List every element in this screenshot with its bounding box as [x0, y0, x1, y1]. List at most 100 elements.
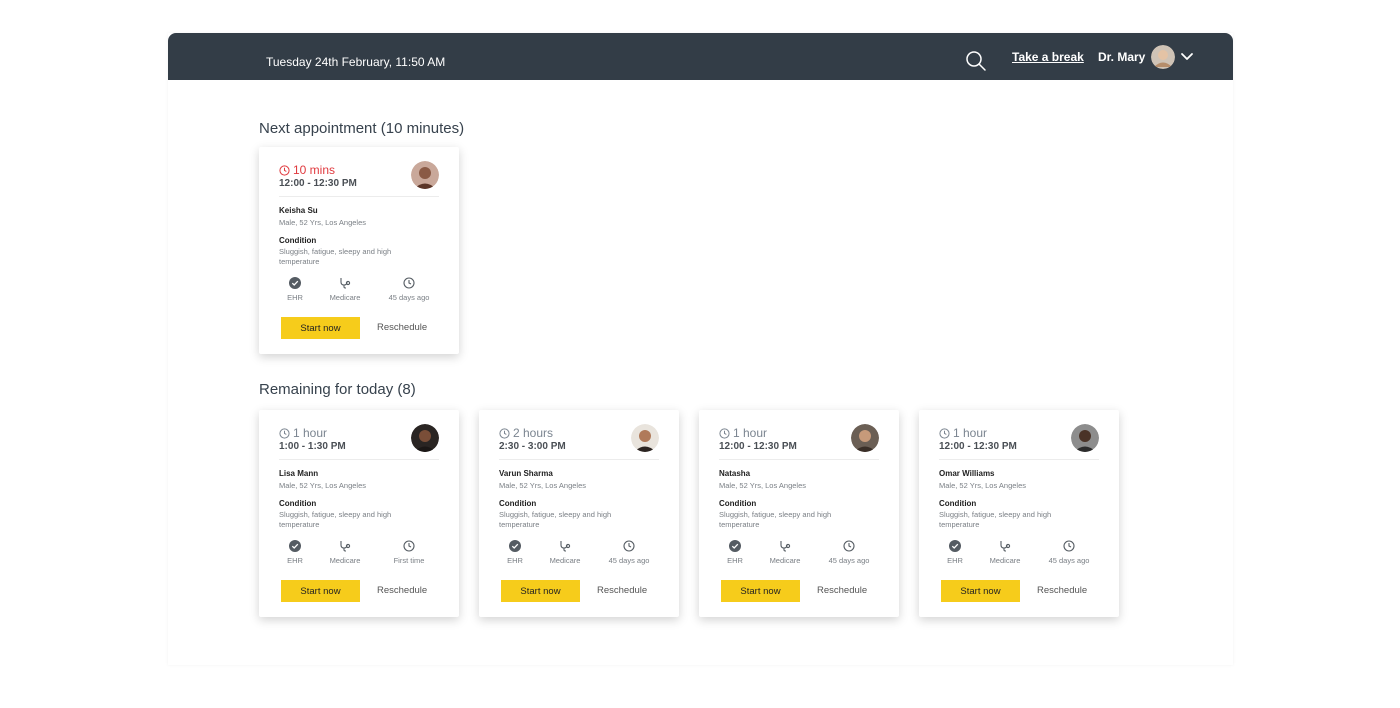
- start-now-button[interactable]: Start now: [721, 580, 800, 602]
- reschedule-link[interactable]: Reschedule: [377, 322, 427, 333]
- condition-text: Sluggish, fatigue, sleepy and high tempe…: [279, 247, 392, 266]
- clock-icon: [279, 164, 290, 176]
- patient-name: Natasha: [719, 469, 751, 478]
- ehr-label: EHR: [947, 556, 963, 565]
- take-break-link[interactable]: Take a break: [1012, 50, 1084, 64]
- clock-icon: [403, 277, 415, 289]
- medicare-label: Medicare: [989, 556, 1021, 565]
- ehr-status: EHR: [285, 277, 305, 302]
- time-left-text: 2 hours: [513, 426, 554, 440]
- check-circle-icon: [289, 540, 301, 552]
- appointment-card: 1 hour 12:00 - 12:30 PM Omar Williams Ma…: [919, 410, 1119, 617]
- condition-label: Condition: [499, 499, 537, 508]
- medicare-label: Medicare: [329, 293, 361, 302]
- patient-avatar: [411, 424, 439, 452]
- time-left-text: 1 hour: [733, 426, 768, 440]
- start-now-button[interactable]: Start now: [281, 317, 360, 339]
- ehr-label: EHR: [727, 556, 743, 565]
- ehr-label: EHR: [287, 293, 303, 302]
- medicare-label: Medicare: [769, 556, 801, 565]
- appointment-card: 1 hour 12:00 - 12:30 PM Natasha Male, 52…: [699, 410, 899, 617]
- clock-icon: [279, 427, 290, 439]
- last-visit-status: 45 days ago: [821, 540, 877, 565]
- condition-label: Condition: [719, 499, 757, 508]
- divider: [719, 459, 879, 460]
- divider: [499, 459, 659, 460]
- patient-info: Male, 52 Yrs, Los Angeles: [499, 481, 586, 490]
- clock-icon: [403, 540, 415, 552]
- divider: [939, 459, 1099, 460]
- check-circle-icon: [729, 540, 741, 552]
- medicare-status: Medicare: [545, 540, 585, 565]
- clock-icon: [623, 540, 635, 552]
- patient-name: Omar Williams: [939, 469, 995, 478]
- start-now-button[interactable]: Start now: [281, 580, 360, 602]
- last-visit-label: 45 days ago: [828, 556, 870, 565]
- appointment-card: 2 hours 2:30 - 3:00 PM Varun Sharma Male…: [479, 410, 679, 617]
- patient-avatar: [631, 424, 659, 452]
- condition-text: Sluggish, fatigue, sleepy and high tempe…: [939, 510, 1052, 529]
- appointment-card: 10 mins 12:00 - 12:30 PM Keisha Su Male,…: [259, 147, 459, 354]
- clock-icon: [939, 427, 950, 439]
- appointment-slot: 12:00 - 12:30 PM: [279, 178, 357, 189]
- app-window: Tuesday 24th February, 11:50 AM Take a b…: [168, 33, 1233, 665]
- ehr-label: EHR: [287, 556, 303, 565]
- stethoscope-icon: [340, 541, 351, 552]
- time-left-text: 1 hour: [953, 426, 988, 440]
- condition-label: Condition: [279, 499, 317, 508]
- last-visit-status: 45 days ago: [1041, 540, 1097, 565]
- condition-text: Sluggish, fatigue, sleepy and high tempe…: [499, 510, 612, 529]
- clock-icon: [499, 427, 510, 439]
- appointment-slot: 12:00 - 12:30 PM: [939, 441, 1017, 452]
- top-bar: Tuesday 24th February, 11:50 AM Take a b…: [168, 33, 1233, 80]
- last-visit-label: 45 days ago: [608, 556, 650, 565]
- check-circle-icon: [289, 277, 301, 289]
- stethoscope-icon: [1000, 541, 1011, 552]
- patient-avatar: [1071, 424, 1099, 452]
- ehr-status: EHR: [285, 540, 305, 565]
- condition-text: Sluggish, fatigue, sleepy and high tempe…: [719, 510, 832, 529]
- medicare-status: Medicare: [325, 540, 365, 565]
- medicare-status: Medicare: [325, 277, 365, 302]
- clock-icon: [719, 427, 730, 439]
- time-left-text: 10 mins: [293, 163, 336, 177]
- patient-info: Male, 52 Yrs, Los Angeles: [719, 481, 806, 490]
- patient-avatar: [851, 424, 879, 452]
- condition-label: Condition: [939, 499, 977, 508]
- chevron-down-icon[interactable]: [1180, 50, 1194, 64]
- clock-icon: [1063, 540, 1075, 552]
- stethoscope-icon: [340, 278, 351, 289]
- check-circle-icon: [509, 540, 521, 552]
- stethoscope-icon: [780, 541, 791, 552]
- user-name[interactable]: Dr. Mary: [1098, 50, 1145, 64]
- start-now-button[interactable]: Start now: [941, 580, 1020, 602]
- reschedule-link[interactable]: Reschedule: [597, 585, 647, 596]
- divider: [279, 459, 439, 460]
- reschedule-link[interactable]: Reschedule: [1037, 585, 1087, 596]
- last-visit-status: 45 days ago: [601, 540, 657, 565]
- last-visit-label: 45 days ago: [388, 293, 430, 302]
- time-left: 1 hour: [939, 426, 987, 440]
- patient-name: Lisa Mann: [279, 469, 319, 478]
- time-left: 1 hour: [279, 426, 327, 440]
- condition-text: Sluggish, fatigue, sleepy and high tempe…: [279, 510, 392, 529]
- patient-info: Male, 52 Yrs, Los Angeles: [939, 481, 1026, 490]
- reschedule-link[interactable]: Reschedule: [377, 585, 427, 596]
- medicare-status: Medicare: [985, 540, 1025, 565]
- medicare-label: Medicare: [329, 556, 361, 565]
- medicare-label: Medicare: [549, 556, 581, 565]
- ehr-label: EHR: [507, 556, 523, 565]
- time-left: 10 mins: [279, 163, 335, 177]
- appointment-card: 1 hour 1:00 - 1:30 PM Lisa Mann Male, 52…: [259, 410, 459, 617]
- last-visit-status: First time: [381, 540, 437, 565]
- divider: [279, 196, 439, 197]
- appointment-slot: 12:00 - 12:30 PM: [719, 441, 797, 452]
- ehr-status: EHR: [945, 540, 965, 565]
- last-visit-label: First time: [393, 556, 425, 565]
- search-icon[interactable]: [965, 50, 987, 72]
- time-left: 2 hours: [499, 426, 553, 440]
- reschedule-link[interactable]: Reschedule: [817, 585, 867, 596]
- patient-info: Male, 52 Yrs, Los Angeles: [279, 218, 366, 227]
- start-now-button[interactable]: Start now: [501, 580, 580, 602]
- user-avatar[interactable]: [1151, 45, 1175, 69]
